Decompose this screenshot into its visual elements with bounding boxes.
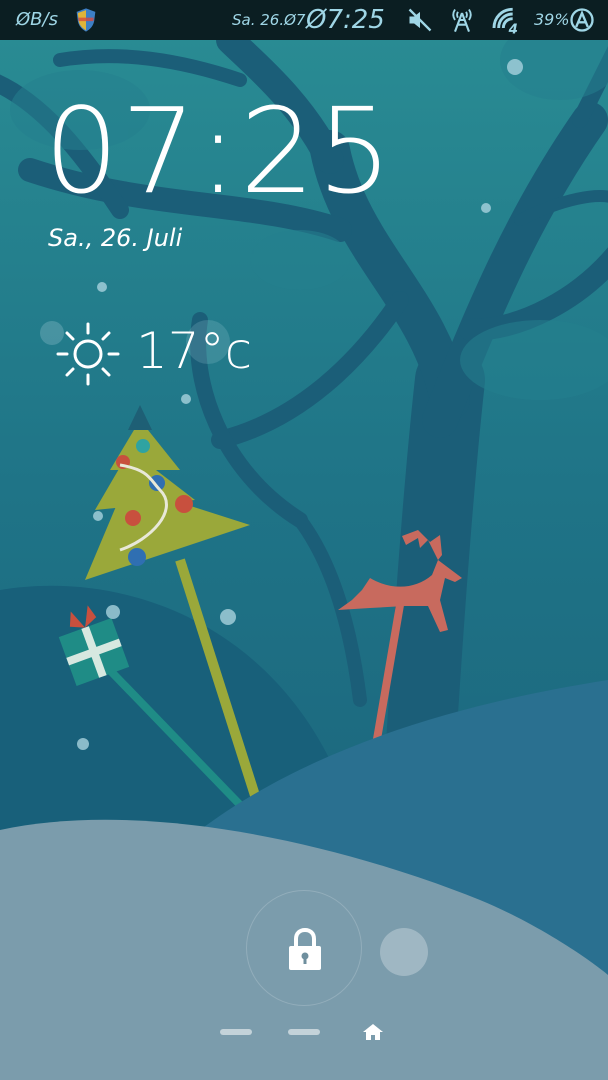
home-icon[interactable] [362, 1022, 384, 1042]
mute-icon [408, 8, 432, 32]
lock-icon[interactable] [286, 926, 324, 972]
weather-temperature: 17°c [136, 322, 253, 380]
lockscreen-date: Sa., 26. Juli [48, 224, 183, 252]
lock-screen: ØB/s Sa. 26.Ø7 Ø7:25 4 39% 07:25 Sa., 26… [0, 0, 608, 1080]
sun-icon [56, 322, 120, 386]
shield-icon [76, 8, 96, 32]
status-date: Sa. 26.Ø7 [232, 11, 306, 29]
battery-percentage: 39% [534, 10, 570, 29]
network-speed: ØB/s [16, 9, 58, 30]
back-button[interactable] [220, 1029, 252, 1035]
recents-button[interactable] [288, 1029, 320, 1035]
network-4g-icon: 4 [492, 7, 518, 36]
unlock-target[interactable] [380, 928, 428, 976]
status-bar: ØB/s Sa. 26.Ø7 Ø7:25 4 39% [0, 0, 608, 40]
signal-tower-icon [452, 8, 472, 33]
app-logo-icon [570, 8, 594, 32]
status-time: Ø7:25 [306, 5, 385, 35]
svg-text:4: 4 [508, 22, 518, 36]
lockscreen-clock: 07:25 [44, 82, 395, 220]
